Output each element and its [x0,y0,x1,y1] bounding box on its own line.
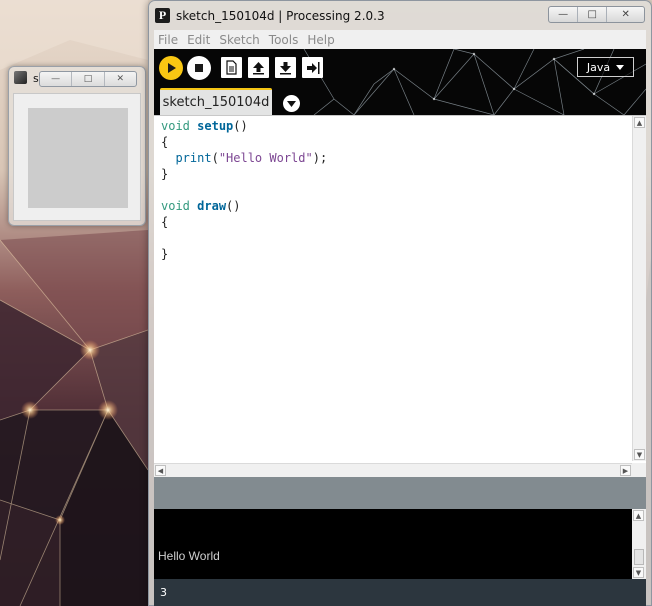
minimize-button[interactable]: — [40,72,73,86]
line-number: 3 [160,586,167,599]
stop-button[interactable] [187,56,211,80]
sketch-output-client [13,93,141,221]
scroll-left-icon[interactable]: ◀ [155,465,166,476]
tab-label: sketch_150104d [162,95,270,110]
play-icon [168,63,176,73]
code-line: { [161,215,169,229]
sketch-output-titlebar[interactable]: s — □ ✕ [9,67,145,91]
punctuation: () [233,119,248,133]
vertical-scrollbar[interactable]: ▲ ▼ [632,116,646,461]
new-button[interactable] [221,57,242,78]
mode-label: Java [586,60,611,74]
chevron-down-icon [287,100,296,107]
punctuation: ); [312,151,328,165]
console-scrollbar[interactable]: ▲ ▼ [632,509,646,579]
scroll-right-icon[interactable]: ▶ [620,465,631,476]
export-arrow-right-icon [306,61,319,74]
status-bar: 3 [154,579,646,606]
run-button[interactable] [159,56,183,80]
scrollbar-thumb[interactable] [634,549,644,565]
save-button[interactable] [275,57,296,78]
maximize-button[interactable]: □ [578,7,608,22]
java-app-icon [14,71,27,84]
window-title: sketch_150104d | Processing 2.0.3 [176,9,385,23]
message-area [154,477,646,509]
code-line: { [161,135,169,149]
maximize-button[interactable]: □ [72,72,105,86]
sketch-output-title: s [33,72,39,85]
export-button[interactable] [302,57,323,78]
chevron-down-icon [616,64,625,70]
punctuation: ( [211,151,219,165]
sketch-output-window[interactable]: s — □ ✕ [8,66,146,226]
close-button[interactable]: ✕ [105,72,136,86]
menu-help[interactable]: Help [307,33,334,47]
scrollbar-corner [632,463,646,477]
title-bar[interactable]: P sketch_150104d | Processing 2.0.3 — □ … [149,1,651,31]
punctuation: () [226,199,241,213]
open-arrow-up-icon [253,61,264,74]
menu-file[interactable]: File [158,33,178,47]
processing-logo-icon: P [155,8,170,23]
toolbar: Java sketch_150104d [154,49,646,115]
console[interactable]: Hello World ▲ ▼ [154,509,646,579]
code-line: void draw() [161,198,327,214]
code-text[interactable]: void setup(){ print("Hello World");} voi… [161,118,327,262]
close-button[interactable]: ✕ [607,7,644,22]
menu-sketch[interactable]: Sketch [219,33,259,47]
menu-tools[interactable]: Tools [269,33,299,47]
keyword: void [161,199,190,213]
console-output: Hello World [158,549,220,563]
code-line: void setup() [161,118,327,134]
sketch-canvas[interactable] [28,108,128,208]
code-line: } [161,167,169,181]
code-editor[interactable]: void setup(){ print("Hello World");} voi… [154,115,646,477]
scroll-up-icon[interactable]: ▲ [633,510,644,521]
menu-bar: File Edit Sketch Tools Help [154,30,646,49]
mode-selector[interactable]: Java [577,57,634,77]
tab-menu-button[interactable] [283,95,300,112]
new-file-icon [226,60,237,75]
editor-frame: File Edit Sketch Tools Help Java sketch_… [154,30,646,606]
minimize-button[interactable]: — [549,7,579,22]
tab-sketch[interactable]: sketch_150104d [160,88,272,115]
function-name: setup [197,119,234,133]
stop-icon [195,64,203,72]
scroll-down-icon[interactable]: ▼ [634,449,645,460]
window-controls: — □ ✕ [548,6,645,23]
open-button[interactable] [248,57,269,78]
scroll-down-icon[interactable]: ▼ [633,567,644,578]
code-line: print("Hello World"); [161,150,327,166]
string-literal: "Hello World" [218,151,313,165]
horizontal-scrollbar[interactable]: ◀ ▶ [154,463,632,477]
save-arrow-down-icon [280,61,291,74]
function-name: draw [197,199,227,213]
sketch-output-window-controls: — □ ✕ [39,71,137,87]
scroll-up-icon[interactable]: ▲ [634,117,645,128]
menu-edit[interactable]: Edit [187,33,210,47]
code-line: } [161,247,169,261]
processing-window[interactable]: P sketch_150104d | Processing 2.0.3 — □ … [148,0,652,606]
function-name: print [175,151,212,165]
keyword: void [161,119,190,133]
